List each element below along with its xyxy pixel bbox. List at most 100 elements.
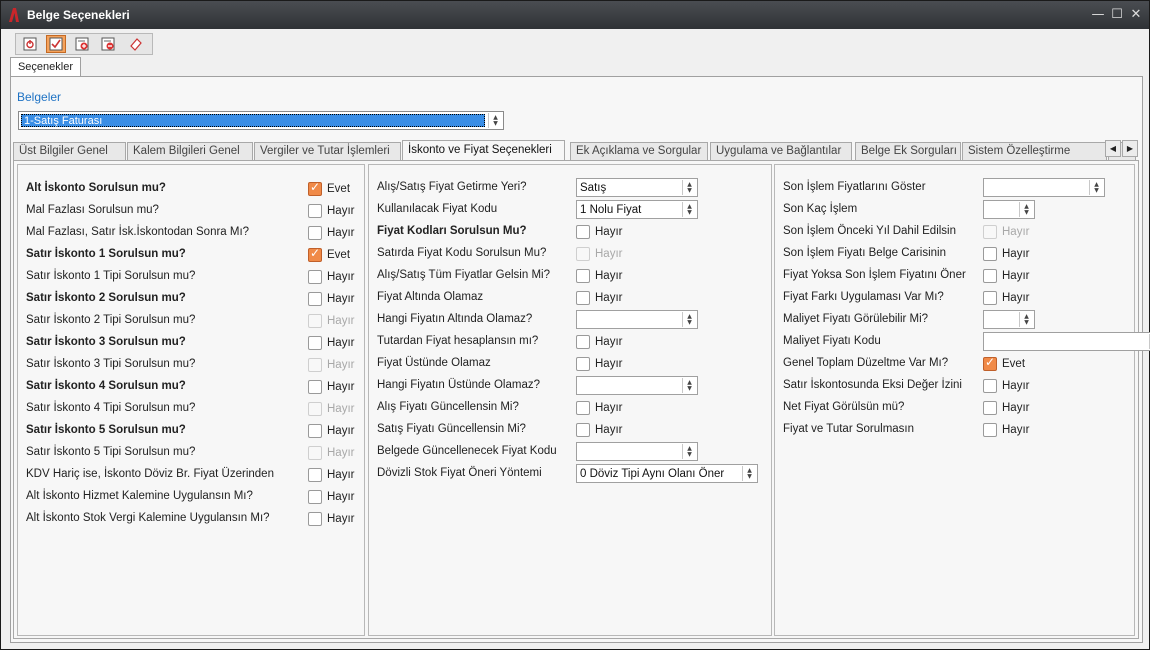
option-checkbox-text: Hayır	[595, 248, 623, 260]
add-list-button[interactable]	[72, 35, 92, 53]
spin-icon[interactable]: ▲▼	[1019, 202, 1033, 217]
option-label: Kullanılacak Fiyat Kodu	[377, 203, 498, 215]
option-row-satir-iskonto-5-sorulsun-mu: Satır İskonto 5 Sorulsun mu? Hayır	[26, 421, 362, 443]
spin-icon[interactable]: ▲▼	[682, 378, 696, 393]
option-checkbox-text: Hayır	[327, 403, 355, 415]
option-checkbox-text: Hayır	[1002, 270, 1030, 282]
eraser-button[interactable]	[126, 35, 146, 53]
option-checkbox[interactable]	[983, 247, 997, 261]
tab-0[interactable]: Üst Bilgiler Genel	[13, 142, 126, 160]
option-checkbox[interactable]	[308, 402, 322, 416]
spin-icon[interactable]: ▲▼	[1089, 180, 1103, 195]
spin-icon[interactable]: ▲▼	[682, 202, 696, 217]
option-checkbox[interactable]	[308, 468, 322, 482]
option-select[interactable]: ▲▼	[576, 310, 698, 329]
spin-icon[interactable]: ▲▼	[682, 444, 696, 459]
option-select[interactable]: ▲▼	[576, 376, 698, 395]
option-select[interactable]: ▲▼	[576, 442, 698, 461]
option-checkbox[interactable]	[308, 490, 322, 504]
minimize-icon[interactable]: —	[1089, 6, 1107, 24]
option-checkbox[interactable]	[983, 423, 997, 437]
tab-6[interactable]: Belge Ek Sorguları	[855, 142, 961, 160]
power-button[interactable]	[20, 35, 40, 53]
option-checkbox[interactable]	[308, 336, 322, 350]
option-label: Fiyat Yoksa Son İşlem Fiyatını Öner	[783, 269, 966, 281]
tab-2[interactable]: Vergiler ve Tutar İşlemleri	[254, 142, 401, 160]
tab-7[interactable]: Sistem Özelleştirme	[962, 142, 1107, 160]
option-checkbox[interactable]	[308, 270, 322, 284]
option-select[interactable]: Satış ▲ ▼	[576, 178, 698, 197]
option-checkbox-text: Hayır	[595, 226, 623, 238]
tab-scroll-left-icon[interactable]: ◀	[1105, 140, 1121, 157]
tab-scroll-right-icon[interactable]: ▶	[1122, 140, 1138, 157]
option-select[interactable]: ▲▼	[983, 200, 1035, 219]
option-checkbox[interactable]	[983, 355, 997, 371]
option-checkbox[interactable]	[983, 225, 997, 239]
close-icon[interactable]: ✕	[1127, 6, 1145, 24]
tab-1[interactable]: Kalem Bilgileri Genel	[127, 142, 253, 160]
option-checkbox[interactable]	[983, 269, 997, 283]
option-row-satir-iskonto-5-tipi-sorulsun-mu: Satır İskonto 5 Tipi Sorulsun mu? Hayır	[26, 443, 362, 465]
option-label: Alış Fiyatı Güncellensin Mi?	[377, 401, 519, 413]
option-row-alt-iskonto-stok-vergi-kalemine-uygulans: Alt İskonto Stok Vergi Kalemine Uygulans…	[26, 509, 362, 531]
option-row-satirda-fiyat-kodu-sorulsun-mu: Satırda Fiyat Kodu Sorulsun Mu? Hayır	[377, 244, 769, 266]
remove-list-button[interactable]	[98, 35, 118, 53]
option-select[interactable]: ▲▼	[983, 332, 1150, 351]
option-checkbox[interactable]	[308, 314, 322, 328]
tab-secenekler[interactable]: Seçenekler	[10, 57, 81, 77]
option-checkbox[interactable]	[308, 424, 322, 438]
spin-icon[interactable]: ▲▼	[488, 113, 502, 128]
option-checkbox[interactable]	[576, 357, 590, 371]
title-bar[interactable]: Belge Seçenekleri — ☐ ✕	[1, 1, 1149, 29]
option-label: Maliyet Fiyatı Kodu	[783, 335, 881, 347]
option-checkbox[interactable]	[308, 246, 322, 262]
option-checkbox[interactable]	[576, 423, 590, 437]
option-checkbox[interactable]	[576, 247, 590, 261]
option-checkbox[interactable]	[308, 512, 322, 526]
option-row-son-islem-onceki-yil-dahil-edilsin: Son İşlem Önceki Yıl Dahil Edilsin Hayır	[783, 222, 1133, 244]
tab-4[interactable]: Ek Açıklama ve Sorgular	[570, 142, 708, 160]
spin-icon[interactable]: ▲▼	[682, 312, 696, 327]
option-row-fiyat-farki-uygulamasi-var-mi: Fiyat Farkı Uygulaması Var Mı? Hayır	[783, 288, 1133, 310]
option-label: Satır İskonto 4 Tipi Sorulsun mu?	[26, 402, 196, 414]
maximize-icon[interactable]: ☐	[1108, 6, 1126, 24]
option-select[interactable]: 1 Nolu Fiyat ▲ ▼	[576, 200, 698, 219]
option-checkbox[interactable]	[983, 291, 997, 305]
option-checkbox-text: Hayır	[595, 292, 623, 304]
option-checkbox[interactable]	[308, 358, 322, 372]
option-row-alis-satis-fiyat-getirme-yeri: Alış/Satış Fiyat Getirme Yeri? Satış ▲ ▼	[377, 178, 769, 200]
option-checkbox[interactable]	[576, 225, 590, 239]
option-checkbox[interactable]	[576, 401, 590, 415]
spin-icon[interactable]: ▲▼	[682, 180, 696, 195]
checklist-button[interactable]	[46, 35, 66, 53]
option-checkbox-text: Hayır	[1002, 402, 1030, 414]
option-checkbox[interactable]	[983, 401, 997, 415]
option-checkbox[interactable]	[308, 292, 322, 306]
option-checkbox[interactable]	[308, 180, 322, 196]
spin-icon[interactable]: ▲▼	[1019, 312, 1033, 327]
option-checkbox[interactable]	[576, 269, 590, 283]
belge-type-select[interactable]: 1-Satış Faturası ▲ ▼	[18, 111, 504, 130]
option-checkbox[interactable]	[308, 446, 322, 460]
option-label: Mal Fazlası, Satır İsk.İskontodan Sonra …	[26, 226, 250, 238]
option-row-dovizli-stok-fiyat-oneri-yontemi: Dövizli Stok Fiyat Öneri Yöntemi 0 Döviz …	[377, 464, 769, 486]
option-select[interactable]: ▲▼	[983, 310, 1035, 329]
option-checkbox[interactable]	[983, 379, 997, 393]
option-row-satir-iskonto-3-tipi-sorulsun-mu: Satır İskonto 3 Tipi Sorulsun mu? Hayır	[26, 355, 362, 377]
tab-strip: Üst Bilgiler Genel Kalem Bilgileri Genel V…	[13, 140, 1139, 160]
option-label: Hangi Fiyatın Üstünde Olamaz?	[377, 379, 540, 391]
option-checkbox[interactable]	[308, 204, 322, 218]
option-checkbox[interactable]	[576, 291, 590, 305]
tab-5[interactable]: Uygulama ve Bağlantılar	[710, 142, 852, 160]
option-label: Son İşlem Önceki Yıl Dahil Edilsin	[783, 225, 956, 237]
option-checkbox[interactable]	[308, 380, 322, 394]
option-checkbox-text: Hayır	[327, 337, 355, 349]
option-row-fiyat-yoksa-son-islem-fiyatini-oner: Fiyat Yoksa Son İşlem Fiyatını Öner Hayır	[783, 266, 1133, 288]
option-select[interactable]: 0 Döviz Tipi Aynı Olanı Öner ▲ ▼	[576, 464, 758, 483]
option-checkbox-text: Hayır	[595, 424, 623, 436]
tab-3[interactable]: İskonto ve Fiyat Seçenekleri	[402, 140, 565, 160]
option-select[interactable]: ▲▼	[983, 178, 1105, 197]
option-checkbox[interactable]	[308, 226, 322, 240]
option-checkbox[interactable]	[576, 335, 590, 349]
spin-icon[interactable]: ▲▼	[742, 466, 756, 481]
